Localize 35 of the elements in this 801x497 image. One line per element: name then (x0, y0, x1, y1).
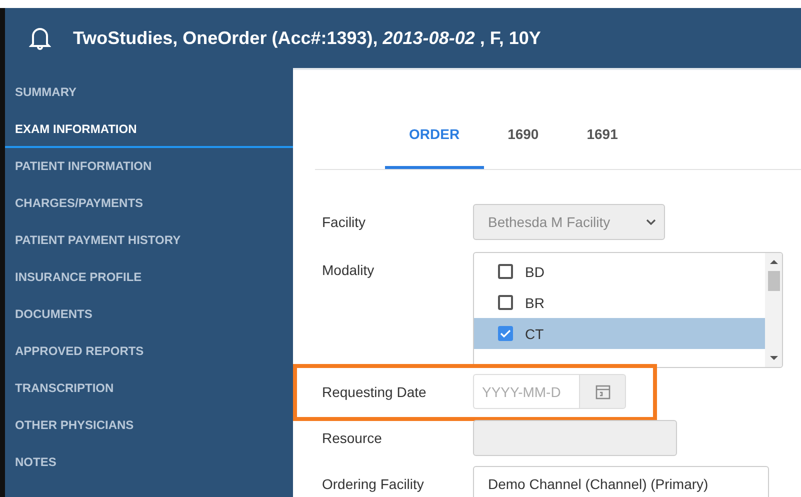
field-label: Resource (322, 430, 383, 446)
calendar-button[interactable] (579, 374, 626, 409)
bell-icon[interactable] (29, 26, 51, 50)
sidebar-item[interactable]: APPROVED REPORTS (5, 333, 293, 370)
checkbox[interactable] (498, 264, 513, 279)
field-label: Requesting Date (322, 384, 428, 400)
sidebar-item[interactable]: PATIENT PAYMENT HISTORY (5, 222, 293, 259)
sidebar-item[interactable]: NOTES (5, 444, 293, 481)
sidebar-item[interactable]: TRANSCRIPTION (5, 370, 293, 407)
list-item[interactable]: CT (474, 318, 765, 349)
tab[interactable]: 1690 (484, 108, 563, 169)
sidebar-item[interactable]: EXAM INFORMATION (5, 111, 293, 148)
field-label: Modality (322, 262, 376, 278)
list-item[interactable]: BD (474, 256, 765, 287)
field-label: Ordering Facility (322, 476, 425, 492)
checkbox[interactable] (498, 326, 513, 341)
date-input[interactable]: YYYY-MM-D (473, 374, 579, 409)
patient-title: TwoStudies, OneOrder (Acc#:1393), 2013-08-02 , F, 10Y (73, 28, 541, 48)
tab[interactable]: ORDER (385, 108, 484, 169)
ordering-facility-select[interactable]: Demo Channel (Channel) (Primary) (473, 466, 769, 497)
scroll-down-icon[interactable] (770, 355, 778, 361)
field-label: Facility (322, 214, 367, 230)
sidebar-item[interactable]: OTHER PHYSICIANS (5, 407, 293, 444)
scrollbar-thumb[interactable] (768, 271, 780, 291)
sidebar-item[interactable]: SUMMARY (5, 74, 293, 111)
chevron-down-icon (646, 219, 656, 225)
sidebar-item[interactable]: PATIENT INFORMATION (5, 148, 293, 185)
sidebar-item[interactable]: INSURANCE PROFILE (5, 259, 293, 296)
scroll-up-icon[interactable] (770, 259, 778, 265)
tab[interactable]: 1691 (562, 108, 642, 169)
sidebar-item[interactable]: DOCUMENTS (5, 296, 293, 333)
sidebar-item[interactable]: CHARGES/PAYMENTS (5, 185, 293, 222)
checkbox[interactable] (498, 295, 513, 310)
list-item[interactable]: BR (474, 287, 765, 318)
calendar-icon (594, 384, 610, 400)
